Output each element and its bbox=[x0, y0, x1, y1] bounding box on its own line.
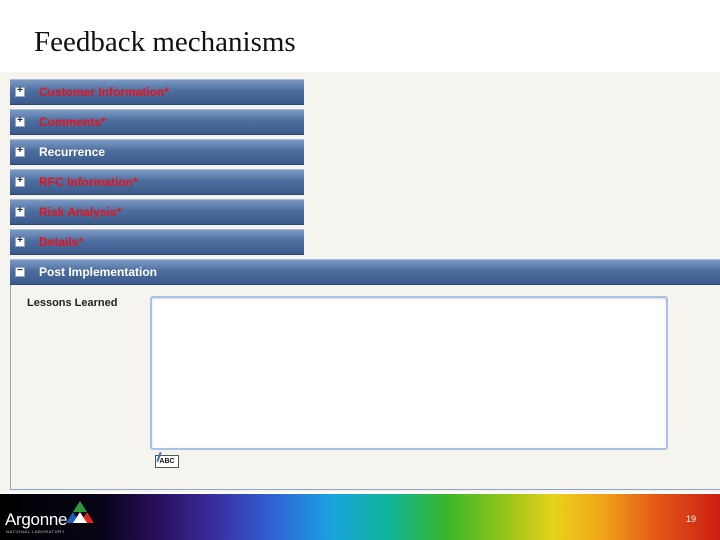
footer-bar: Argonne NATIONAL LABORATORY 19 bbox=[0, 494, 720, 540]
section-label: Recurrence bbox=[39, 145, 106, 159]
section-header-details[interactable]: + Details* bbox=[10, 229, 304, 255]
section-header-post-implementation[interactable]: − Post Implementation bbox=[10, 259, 720, 285]
section-label: Comments* bbox=[39, 115, 106, 129]
section-header-recurrence[interactable]: + Recurrence bbox=[10, 139, 304, 165]
post-implementation-panel: Lessons Learned ABC bbox=[10, 285, 720, 490]
section-header-rfc-information[interactable]: + RFC Information* bbox=[10, 169, 304, 195]
page-number: 19 bbox=[686, 514, 697, 524]
section-header-risk-analysis[interactable]: + Risk Analysis* bbox=[10, 199, 304, 225]
section-header-comments[interactable]: + Comments* bbox=[10, 109, 304, 135]
lessons-learned-input[interactable] bbox=[150, 296, 668, 450]
expand-icon[interactable]: + bbox=[15, 147, 25, 157]
spell-check-icon[interactable]: ABC bbox=[155, 455, 179, 468]
section-label: Risk Analysis* bbox=[39, 205, 122, 219]
section-label: Customer Information* bbox=[39, 85, 170, 99]
section-header-customer-information[interactable]: + Customer Information* bbox=[10, 79, 304, 105]
argonne-logo-text: Argonne bbox=[5, 510, 68, 529]
argonne-logo-icon bbox=[66, 501, 94, 523]
expand-icon[interactable]: + bbox=[15, 117, 25, 127]
expand-icon[interactable]: + bbox=[15, 237, 25, 247]
section-label: Details* bbox=[39, 235, 84, 249]
expand-icon[interactable]: + bbox=[15, 87, 25, 97]
expand-icon[interactable]: + bbox=[15, 207, 25, 217]
section-label: Post Implementation bbox=[39, 265, 158, 279]
slide-title: Feedback mechanisms bbox=[34, 26, 296, 58]
section-label: RFC Information* bbox=[39, 175, 138, 189]
expand-icon[interactable]: + bbox=[15, 177, 25, 187]
collapse-icon[interactable]: − bbox=[15, 267, 25, 277]
lessons-learned-label: Lessons Learned bbox=[27, 297, 118, 309]
argonne-logo-subtext: NATIONAL LABORATORY bbox=[6, 529, 65, 534]
